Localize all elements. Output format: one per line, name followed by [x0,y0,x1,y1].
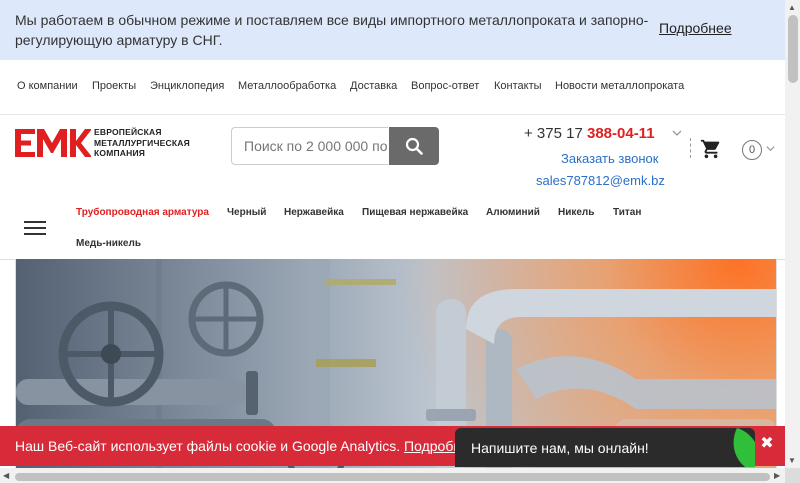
leaf-icon [733,428,755,467]
top-navigation: О компании Проекты Энциклопедия Металлоо… [0,60,785,115]
logo-line-3: КОМПАНИЯ [94,148,146,158]
phone-main: 388-04-11 [586,125,655,142]
scroll-right-arrow-icon[interactable]: ▶ [774,471,780,481]
search-form [231,127,439,165]
logo-line-1: ЕВРОПЕЙСКАЯ [94,127,162,137]
vertical-scroll-thumb[interactable] [788,15,798,83]
chat-label: Напишите нам, мы онлайн! [471,440,649,456]
email-link[interactable]: sales787812@emk.bz [536,173,665,188]
horizontal-scroll-thumb[interactable] [15,473,770,481]
callback-link[interactable]: Заказать звонок [561,151,658,166]
topnav-item-faq[interactable]: Вопрос-ответ [411,80,479,92]
phone-prefix: + 375 17 [524,125,587,142]
category-copper-nickel[interactable]: Медь-никель [76,238,141,249]
scroll-left-arrow-icon[interactable]: ◀ [3,471,9,481]
category-aluminum[interactable]: Алюминий [486,207,540,218]
category-nickel[interactable]: Никель [558,207,594,218]
topnav-item-metalworking[interactable]: Металлообработка [238,80,336,92]
logo-line-2: МЕТАЛЛУРГИЧЕСКАЯ [94,137,190,148]
header-divider [690,138,691,158]
topnav-item-about[interactable]: О компании [17,80,78,92]
search-input[interactable] [231,127,388,165]
category-pipeline-valves[interactable]: Трубопроводная арматура [76,207,209,218]
notice-more-link[interactable]: Подробнее [659,20,732,36]
logo-wordmark: ЕВРОПЕЙСКАЯ МЕТАЛЛУРГИЧЕСКАЯ КОМПАНИЯ [94,127,190,159]
topnav-item-projects[interactable]: Проекты [92,80,136,92]
notice-text: Мы работаем в обычном режиме и поставляе… [15,12,649,48]
close-icon[interactable]: ✖ [756,434,778,454]
search-icon [405,137,423,155]
scrollbar-corner [785,468,800,483]
category-black-metal[interactable]: Черный [227,207,266,218]
chevron-down-icon[interactable] [766,144,775,153]
topnav-item-encyclopedia[interactable]: Энциклопедия [150,80,224,92]
notice-banner: Мы работаем в обычном режиме и поставляе… [0,0,785,60]
search-button[interactable] [389,127,439,165]
scroll-up-arrow-icon[interactable]: ▲ [788,3,796,13]
scroll-down-arrow-icon[interactable]: ▼ [788,456,796,466]
hamburger-menu-icon[interactable] [24,221,46,235]
logo-mark-icon [15,129,91,157]
topnav-item-contacts[interactable]: Контакты [494,80,542,92]
cart-icon[interactable] [700,138,722,160]
phone-number[interactable]: + 375 17 388-04-11 [524,125,655,142]
compare-counter[interactable]: 0 [742,140,762,160]
cookie-text: Наш Веб-сайт использует файлы cookie и G… [15,438,477,454]
chat-widget[interactable]: Напишите нам, мы онлайн! [455,428,755,467]
company-logo[interactable]: ЕВРОПЕЙСКАЯ МЕТАЛЛУРГИЧЕСКАЯ КОМПАНИЯ [15,127,200,159]
topnav-item-news[interactable]: Новости металлопроката [555,80,684,92]
category-titanium[interactable]: Титан [613,207,641,218]
category-food-stainless[interactable]: Пищевая нержавейка [362,207,468,218]
category-stainless[interactable]: Нержавейка [284,207,344,218]
chevron-down-icon[interactable] [672,128,682,138]
cookie-message: Наш Веб-сайт использует файлы cookie и G… [15,438,405,454]
topnav-item-delivery[interactable]: Доставка [350,80,397,92]
page: Мы работаем в обычном режиме и поставляе… [0,0,785,468]
